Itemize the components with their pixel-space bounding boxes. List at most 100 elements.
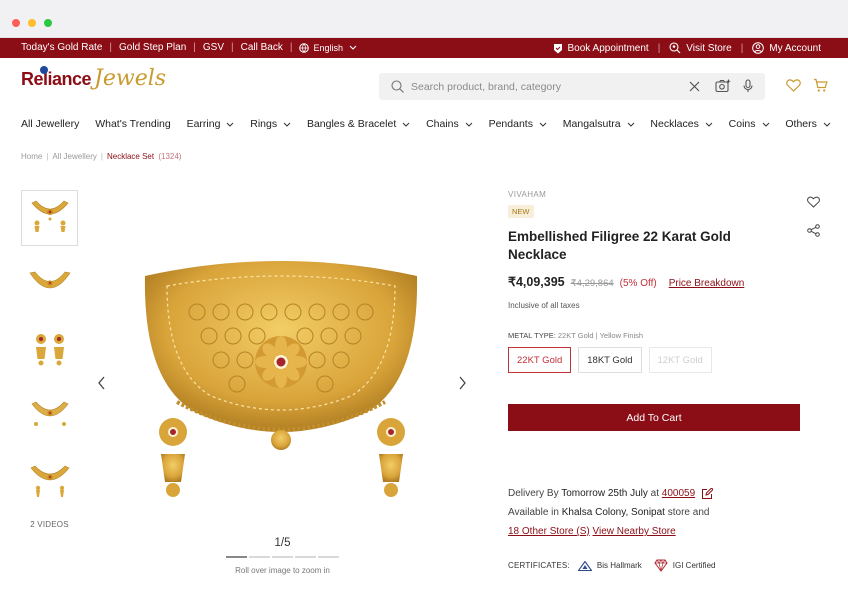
chevron-down-icon bbox=[539, 122, 547, 127]
camera-search-icon[interactable] bbox=[715, 79, 731, 93]
price-row: ₹4,09,395 ₹4,29,864 (5% Off) Price Break… bbox=[508, 274, 808, 289]
search-bar bbox=[379, 73, 765, 100]
store-and: store and bbox=[667, 507, 710, 518]
necklace-thumb-image bbox=[29, 271, 70, 289]
progress-segment[interactable] bbox=[226, 556, 247, 558]
nav-bangles-bracelet[interactable]: Bangles & Bracelet bbox=[307, 118, 410, 130]
tax-note: Inclusive of all taxes bbox=[508, 301, 580, 310]
nav-label: Earring bbox=[186, 118, 221, 130]
chevron-down-icon bbox=[465, 122, 473, 127]
nav-all-jewellery[interactable]: All Jewellery bbox=[21, 118, 79, 130]
image-progress-bar[interactable] bbox=[226, 556, 339, 558]
product-wishlist-icon[interactable] bbox=[807, 196, 820, 208]
nav-rings[interactable]: Rings bbox=[250, 118, 291, 130]
bis-hallmark-icon bbox=[577, 560, 592, 571]
search-input[interactable] bbox=[411, 77, 681, 96]
reliance-jewels-logo[interactable]: Reliance Jewels bbox=[21, 66, 166, 90]
metal-option-18kt[interactable]: 18KT Gold bbox=[578, 347, 642, 373]
logo-orb-icon bbox=[40, 66, 48, 74]
model-view-thumb-image bbox=[31, 401, 68, 426]
discount-label: (5% Off) bbox=[619, 278, 657, 289]
nav-label: Necklaces bbox=[650, 118, 699, 130]
side-view-thumb-image bbox=[30, 465, 69, 497]
metal-type-row: METAL TYPE: 22KT Gold | Yellow Finish bbox=[508, 331, 808, 340]
progress-segment[interactable] bbox=[249, 556, 270, 558]
thumbnail-necklace-set[interactable] bbox=[21, 190, 78, 246]
logo-primary-text: Reliance bbox=[21, 69, 92, 89]
main-product-image[interactable] bbox=[137, 252, 425, 500]
certificates-label: CERTIFICATES: bbox=[508, 561, 570, 570]
nav-others[interactable]: Others bbox=[785, 118, 831, 130]
add-to-cart-button[interactable]: Add To Cart bbox=[508, 404, 800, 431]
nav-whats-trending[interactable]: What's Trending bbox=[95, 118, 171, 130]
nav-chains[interactable]: Chains bbox=[426, 118, 473, 130]
videos-label[interactable]: 2 VIDEOS bbox=[21, 520, 78, 529]
delivery-line: Delivery By Tomorrow 25th July at 400059 bbox=[508, 484, 838, 503]
metal-type-value: 22KT Gold | Yellow Finish bbox=[557, 331, 644, 340]
microphone-icon[interactable] bbox=[743, 79, 753, 93]
gold-rate-link[interactable]: Today's Gold Rate bbox=[21, 42, 102, 53]
gold-step-plan-link[interactable]: Gold Step Plan bbox=[119, 42, 186, 53]
wishlist-icon[interactable] bbox=[786, 79, 801, 92]
utility-bar: Today's Gold Rate | Gold Step Plan | GSV… bbox=[0, 38, 848, 58]
bis-hallmark-cert[interactable]: Bis Hallmark bbox=[577, 560, 642, 571]
chevron-down-icon bbox=[627, 122, 634, 127]
price-breakdown-link[interactable]: Price Breakdown bbox=[669, 278, 745, 289]
share-icon[interactable] bbox=[807, 224, 820, 237]
view-nearby-store-link[interactable]: View Nearby Store bbox=[592, 526, 675, 537]
gsv-link[interactable]: GSV bbox=[203, 42, 224, 53]
user-icon bbox=[752, 42, 765, 54]
breadcrumb-home[interactable]: Home bbox=[21, 152, 42, 161]
metal-option-12kt[interactable]: 12KT Gold bbox=[648, 347, 712, 373]
thumbnail-side-view[interactable] bbox=[21, 454, 78, 510]
store-location: Khalsa Colony, Sonipat bbox=[561, 507, 665, 518]
book-appointment-link[interactable]: Book Appointment bbox=[553, 43, 649, 54]
nav-mangalsutra[interactable]: Mangalsutra bbox=[563, 118, 635, 130]
language-selector[interactable]: English bbox=[299, 43, 362, 53]
call-back-link[interactable]: Call Back bbox=[241, 42, 283, 53]
breadcrumb: Home | All Jewellery | Necklace Set (1324) bbox=[21, 152, 182, 161]
igi-certified-label: IGI Certified bbox=[672, 561, 716, 570]
next-image-arrow-icon[interactable] bbox=[456, 376, 468, 390]
previous-image-arrow-icon[interactable] bbox=[96, 376, 108, 390]
metal-option-22kt[interactable]: 22KT Gold bbox=[508, 347, 572, 373]
delivery-date: Tomorrow 25th July bbox=[561, 488, 648, 499]
pincode-link[interactable]: 400059 bbox=[662, 484, 714, 503]
breadcrumb-all-jewellery[interactable]: All Jewellery bbox=[52, 152, 96, 161]
maximize-window-dot[interactable] bbox=[44, 19, 52, 27]
nav-label: Pendants bbox=[488, 118, 533, 130]
necklace-set-thumb-image bbox=[31, 200, 68, 232]
clear-search-icon[interactable] bbox=[689, 81, 700, 92]
earrings-thumb-image bbox=[35, 334, 64, 366]
visit-store-label: Visit Store bbox=[686, 42, 732, 54]
search-icon bbox=[391, 80, 404, 93]
close-window-dot[interactable] bbox=[12, 19, 20, 27]
nav-label: Mangalsutra bbox=[562, 118, 621, 130]
cart-icon[interactable] bbox=[813, 78, 828, 93]
product-price: ₹4,09,395 bbox=[508, 275, 565, 289]
chevron-down-icon bbox=[823, 122, 831, 127]
metal-options: 22KT Gold 18KT Gold 12KT Gold bbox=[508, 347, 808, 373]
availability-line: Available in Khalsa Colony, Sonipat stor… bbox=[508, 503, 838, 522]
thumbnail-necklace[interactable] bbox=[21, 256, 78, 312]
minimize-window-dot[interactable] bbox=[28, 19, 36, 27]
certificates: CERTIFICATES: Bis Hallmark IGI Certified bbox=[508, 559, 727, 572]
progress-segment[interactable] bbox=[318, 556, 339, 558]
nav-necklaces[interactable]: Necklaces bbox=[650, 118, 713, 130]
chevron-down-icon bbox=[349, 45, 357, 50]
progress-segment[interactable] bbox=[295, 556, 316, 558]
visit-store-link[interactable]: Visit Store bbox=[669, 42, 732, 54]
other-stores-link[interactable]: 18 Other Store (S) bbox=[508, 526, 590, 537]
progress-segment[interactable] bbox=[272, 556, 293, 558]
igi-certified-cert[interactable]: IGI Certified bbox=[654, 559, 716, 572]
globe-icon bbox=[299, 42, 310, 53]
thumbnail-earrings[interactable] bbox=[21, 322, 78, 378]
image-pager: 1/5 bbox=[274, 537, 291, 549]
breadcrumb-current: Necklace Set bbox=[106, 152, 155, 161]
thumbnail-model-view[interactable] bbox=[21, 388, 78, 444]
nav-earring[interactable]: Earring bbox=[187, 118, 235, 130]
nav-coins[interactable]: Coins bbox=[729, 118, 770, 130]
chevron-down-icon bbox=[227, 122, 234, 127]
nav-pendants[interactable]: Pendants bbox=[489, 118, 547, 130]
my-account-link[interactable]: My Account bbox=[752, 42, 821, 54]
